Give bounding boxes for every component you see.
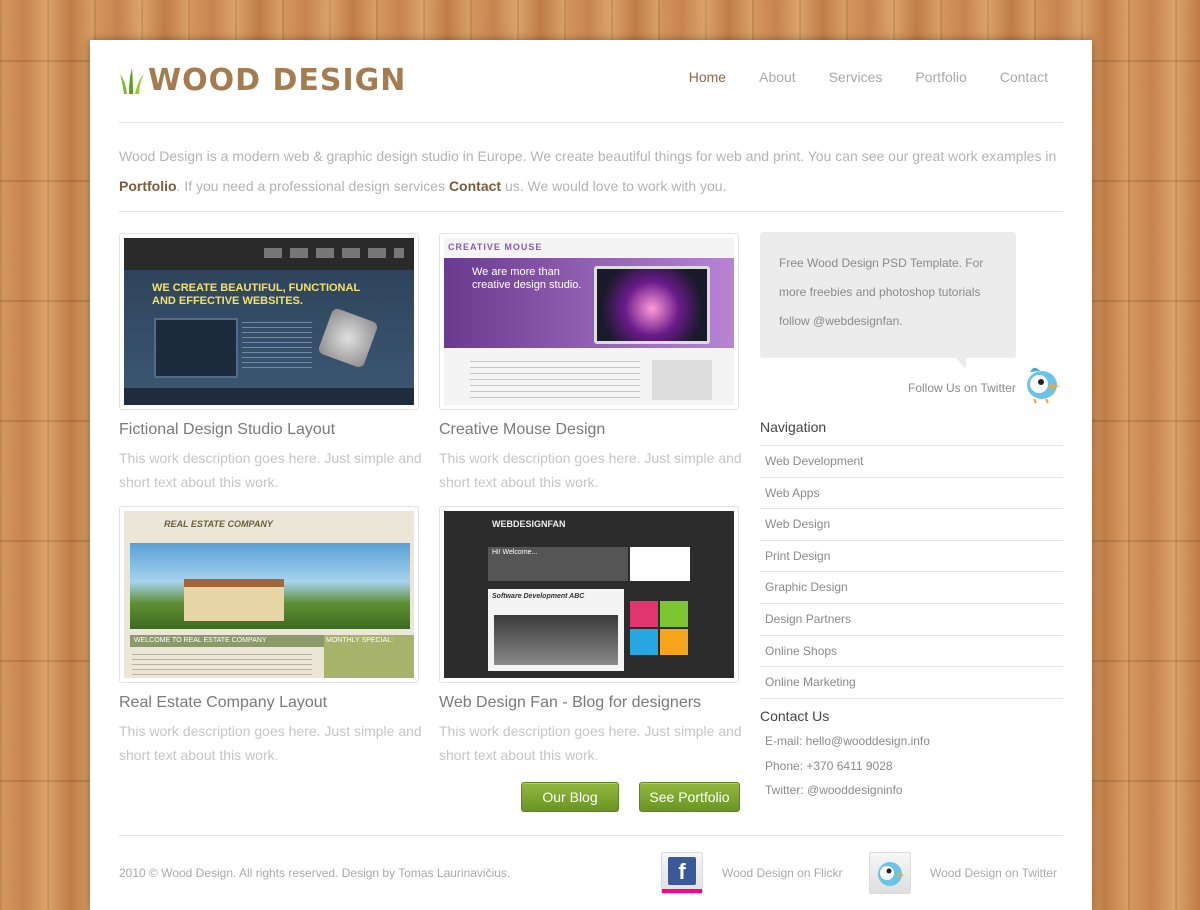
work-thumbnail-2[interactable]: CREATIVE MOUSE We are more than creative…	[439, 233, 739, 410]
thumb4-post: Software Development ABC	[492, 593, 585, 600]
nav-portfolio[interactable]: Portfolio	[915, 69, 966, 85]
sidebar-nav-list: Web Development Web Apps Web Design Prin…	[760, 445, 1063, 699]
work-desc-1: This work description goes here. Just si…	[119, 450, 422, 490]
sidebar-nav-heading: Navigation	[760, 419, 827, 435]
thumb4-welcome: Hi! Welcome...	[492, 549, 538, 556]
footer-flickr-link[interactable]: Wood Design on Flickr	[722, 866, 843, 880]
logo[interactable]: Wood Design	[120, 64, 420, 98]
thumb3-brand: REAL ESTATE COMPANY	[164, 519, 273, 529]
work-thumbnail-1[interactable]: WE CREATE BEAUTIFUL, FUNCTIONAL AND EFFE…	[119, 233, 419, 410]
nav-contact[interactable]: Contact	[1000, 69, 1048, 85]
see-portfolio-button[interactable]: See Portfolio	[639, 782, 740, 812]
sidebar-item-graphic-design[interactable]: Graphic Design	[760, 572, 1063, 604]
thumb2-brand: CREATIVE MOUSE	[448, 242, 543, 252]
work-screenshot-4: WEBDESIGNFAN Hi! Welcome... Software Dev…	[444, 511, 734, 678]
sidebar-item-online-shops[interactable]: Online Shops	[760, 636, 1063, 668]
page-container: Wood Design Home About Services Portfoli…	[90, 40, 1092, 910]
work-screenshot-3: REAL ESTATE COMPANY WELCOME TO REAL ESTA…	[124, 511, 414, 678]
nav-services[interactable]: Services	[829, 69, 883, 85]
logo-text: Wood Design	[148, 63, 407, 98]
thumb1-headline: WE CREATE BEAUTIFUL, FUNCTIONAL AND EFFE…	[152, 282, 360, 307]
intro-part-2: . If you need a professional design serv…	[176, 178, 446, 194]
bubble-tail	[956, 358, 966, 370]
follow-twitter-link[interactable]: Follow Us on Twitter	[908, 381, 1016, 395]
work-thumbnail-3[interactable]: REAL ESTATE COMPANY WELCOME TO REAL ESTA…	[119, 506, 419, 683]
intro-portfolio-link[interactable]: Portfolio	[119, 178, 177, 194]
main-nav: Home About Services Portfolio Contact	[656, 69, 1048, 85]
sidebar-item-web-apps[interactable]: Web Apps	[760, 478, 1063, 510]
work-desc-3: This work description goes here. Just si…	[119, 723, 422, 763]
bubble-text: Free Wood Design PSD Template. For more …	[779, 256, 984, 328]
flickr-icon[interactable]: f	[661, 852, 703, 894]
work-title-3[interactable]: Real Estate Company Layout	[119, 694, 327, 712]
our-blog-button[interactable]: Our Blog	[521, 782, 619, 812]
intro-text: Wood Design is a modern web & graphic de…	[119, 141, 1063, 201]
contact-twitter[interactable]: Twitter: @wooddesigninfo	[765, 783, 903, 797]
sidebar-item-web-design[interactable]: Web Design	[760, 509, 1063, 541]
footer-twitter-icon[interactable]	[869, 852, 911, 894]
twitter-bubble: Free Wood Design PSD Template. For more …	[760, 232, 1016, 358]
intro-part-1: Wood Design is a modern web & graphic de…	[119, 148, 1057, 164]
intro-contact-link[interactable]: Contact	[449, 178, 501, 194]
intro-divider	[119, 211, 1063, 212]
footer-copyright: 2010 © Wood Design. All rights reserved.…	[119, 866, 511, 880]
work-desc-2: This work description goes here. Just si…	[439, 450, 742, 490]
work-title-4[interactable]: Web Design Fan - Blog for designers	[439, 694, 701, 712]
work-desc-4: This work description goes here. Just si…	[439, 723, 742, 763]
thumb4-brand: WEBDESIGNFAN	[492, 519, 566, 529]
thumb2-headline: We are more than creative design studio.	[472, 266, 582, 291]
grass-icon	[120, 68, 144, 94]
contact-phone: Phone: +370 6411 9028	[765, 759, 893, 773]
header-divider	[119, 122, 1063, 123]
contact-email[interactable]: E-mail: hello@wooddesign.info	[765, 734, 930, 748]
work-screenshot-1: WE CREATE BEAUTIFUL, FUNCTIONAL AND EFFE…	[124, 238, 414, 405]
contact-heading: Contact Us	[760, 708, 830, 724]
work-title-2[interactable]: Creative Mouse Design	[439, 421, 605, 439]
nav-home[interactable]: Home	[689, 69, 726, 85]
intro-part-3: us. We would love to work with you.	[504, 178, 727, 194]
sidebar-item-print-design[interactable]: Print Design	[760, 541, 1063, 573]
work-screenshot-2: CREATIVE MOUSE We are more than creative…	[444, 238, 734, 405]
sidebar-item-web-development[interactable]: Web Development	[760, 446, 1063, 478]
nav-about[interactable]: About	[759, 69, 796, 85]
sidebar-item-design-partners[interactable]: Design Partners	[760, 604, 1063, 636]
footer-divider	[119, 835, 1063, 836]
footer-twitter-link[interactable]: Wood Design on Twitter	[930, 866, 1057, 880]
work-title-1[interactable]: Fictional Design Studio Layout	[119, 421, 335, 439]
sidebar-item-online-marketing[interactable]: Online Marketing	[760, 667, 1063, 699]
twitter-bird-icon[interactable]	[1020, 362, 1062, 404]
thumb3-banner: WELCOME TO REAL ESTATE COMPANY	[130, 635, 324, 647]
work-thumbnail-4[interactable]: WEBDESIGNFAN Hi! Welcome... Software Dev…	[439, 506, 739, 683]
thumb3-special: MONTHLY SPECIAL:	[324, 635, 414, 678]
